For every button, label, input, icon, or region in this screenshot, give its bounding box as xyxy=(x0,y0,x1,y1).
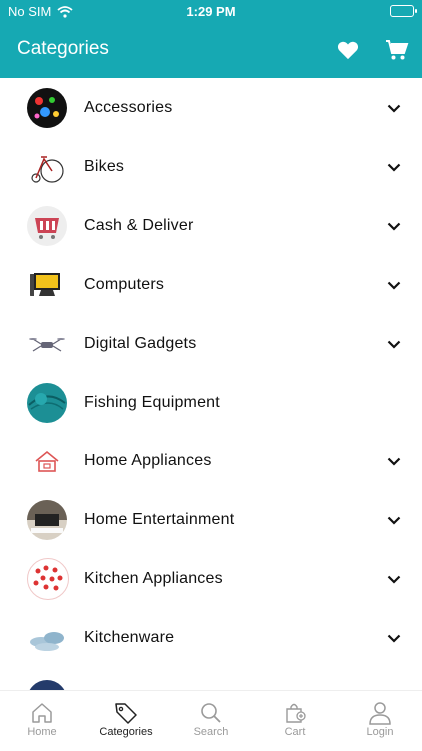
cash-deliver-thumbnail xyxy=(27,206,67,246)
category-label: Kitchen Appliances xyxy=(84,570,223,587)
tab-label: Cart xyxy=(284,726,306,738)
home-entertainment-thumbnail xyxy=(27,500,67,540)
tab-cart[interactable]: Cart xyxy=(253,691,337,751)
kitchenware-thumbnail xyxy=(27,618,67,658)
category-label: Bikes xyxy=(84,158,125,175)
page-title: Categories xyxy=(17,38,109,59)
status-bar: No SIM 1:29 PM xyxy=(0,0,422,22)
tab-label: Login xyxy=(366,726,394,738)
tab-label: Search xyxy=(193,726,229,738)
wishlist-button[interactable] xyxy=(334,36,362,64)
home-appliances-thumbnail xyxy=(27,441,67,481)
tab-categories[interactable]: Categories xyxy=(84,691,168,751)
category-item-accessories[interactable]: Accessories xyxy=(0,79,422,137)
heart-icon xyxy=(337,41,359,60)
fishing-equipment-thumbnail xyxy=(27,383,67,423)
bikes-thumbnail xyxy=(27,147,67,187)
chevron-down-icon[interactable] xyxy=(386,100,402,116)
category-list[interactable]: Accessories Bikes Cash & Deliver Compute… xyxy=(0,78,422,690)
chevron-down-icon[interactable] xyxy=(386,218,402,234)
tab-login[interactable]: Login xyxy=(338,691,422,751)
tab-search[interactable]: Search xyxy=(169,691,253,751)
next-category-thumbnail xyxy=(27,680,67,690)
user-icon xyxy=(369,702,391,725)
category-label: Home Appliances xyxy=(84,452,212,469)
accessories-thumbnail xyxy=(27,88,67,128)
category-label: Home Entertainment xyxy=(84,511,235,528)
tab-label: Home xyxy=(27,726,57,738)
bottom-navigation: Home Categories Search Cart Login xyxy=(0,690,422,751)
category-label: Computers xyxy=(84,276,165,293)
chevron-down-icon[interactable] xyxy=(386,630,402,646)
battery-icon xyxy=(390,5,417,17)
tab-home[interactable]: Home xyxy=(0,691,84,751)
computers-thumbnail xyxy=(27,265,67,305)
category-item-kitchen-appliances[interactable]: Kitchen Appliances xyxy=(0,550,422,608)
status-time: 1:29 PM xyxy=(186,4,236,19)
kitchen-appliances-thumbnail xyxy=(27,558,69,600)
category-label: Accessories xyxy=(84,99,173,116)
category-label: Digital Gadgets xyxy=(84,335,197,352)
chevron-down-icon[interactable] xyxy=(386,159,402,175)
home-icon xyxy=(32,703,52,723)
category-item-cash-deliver[interactable]: Cash & Deliver xyxy=(0,197,422,255)
chevron-down-icon[interactable] xyxy=(386,453,402,469)
tab-label: Categories xyxy=(99,726,153,738)
category-item-bikes[interactable]: Bikes xyxy=(0,138,422,196)
category-item-digital-gadgets[interactable]: Digital Gadgets xyxy=(0,315,422,373)
cart-icon xyxy=(386,40,409,60)
category-label: Fishing Equipment xyxy=(84,394,220,411)
category-item-computers[interactable]: Computers xyxy=(0,256,422,314)
category-item-home-appliances[interactable]: Home Appliances xyxy=(0,432,422,490)
tag-icon xyxy=(115,703,137,724)
category-item-home-entertainment[interactable]: Home Entertainment xyxy=(0,491,422,549)
chevron-down-icon[interactable] xyxy=(386,512,402,528)
category-item-kitchenware[interactable]: Kitchenware xyxy=(0,609,422,667)
chevron-down-icon[interactable] xyxy=(386,277,402,293)
chevron-down-icon[interactable] xyxy=(386,571,402,587)
category-item-fishing-equipment[interactable]: Fishing Equipment xyxy=(0,374,422,432)
cart-button[interactable] xyxy=(383,36,411,64)
digital-gadgets-thumbnail xyxy=(27,324,67,364)
chevron-down-icon[interactable] xyxy=(386,336,402,352)
bag-icon xyxy=(286,703,306,723)
app-header: No SIM 1:29 PM Categories xyxy=(0,0,422,78)
category-label: Cash & Deliver xyxy=(84,217,194,234)
category-label: Kitchenware xyxy=(84,629,175,646)
search-icon xyxy=(201,703,221,723)
